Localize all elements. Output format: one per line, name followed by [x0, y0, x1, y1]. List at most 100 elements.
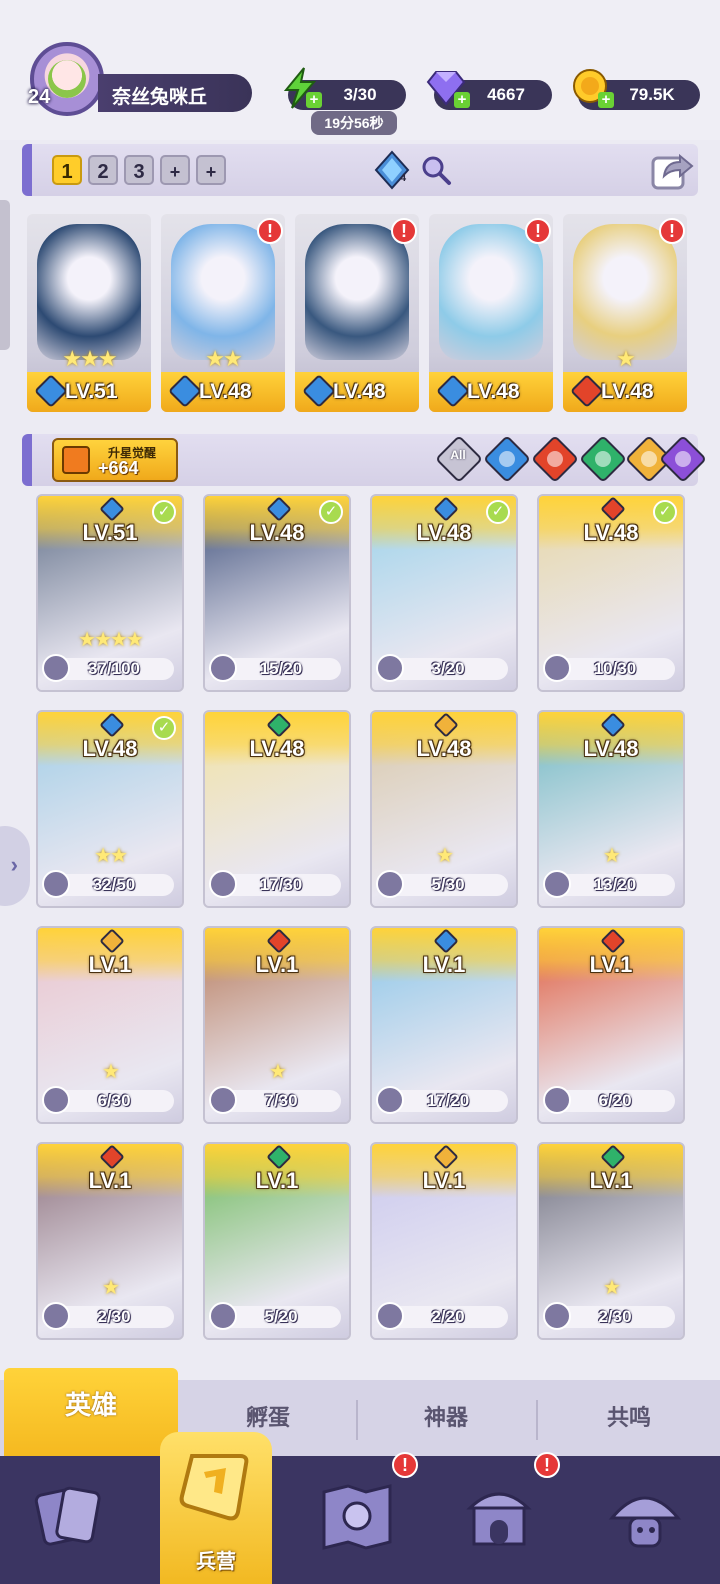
shard-count: 5/30 — [431, 875, 465, 894]
shard-progress: 37/100 — [42, 654, 174, 682]
shard-count: 13/20 — [593, 875, 637, 894]
sparkle-icon — [637, 447, 661, 471]
sub-tab-bar: 英雄 孵蛋 神器 共鸣 — [0, 1368, 720, 1456]
team-slot-2[interactable]: ★★ LV.48 ! — [161, 214, 285, 412]
hero-card[interactable]: LV.1 17/20 — [370, 926, 518, 1124]
team-tab-1[interactable]: 1 — [52, 155, 82, 185]
coins-plus-icon[interactable]: + — [598, 92, 614, 108]
hero-level: LV.48 — [601, 380, 654, 403]
hero-level: LV.1 — [422, 1168, 466, 1193]
checkmark-icon: ✓ — [653, 500, 677, 524]
team-tab-2[interactable]: 2 — [88, 155, 118, 185]
team-slot-5[interactable]: ★ LV.48 ! — [563, 214, 687, 412]
hero-portrait — [171, 224, 275, 360]
mushroom-icon[interactable] — [606, 1478, 684, 1556]
filter-fire-button[interactable] — [530, 434, 580, 484]
search-magnifier-icon[interactable] — [420, 154, 452, 186]
moon-icon — [671, 447, 695, 471]
hero-card[interactable]: LV.48 17/30 — [203, 710, 351, 908]
side-expand-button[interactable]: › — [0, 826, 30, 906]
crystal-count: 4 — [400, 172, 407, 184]
hero-level: LV.48 — [249, 520, 305, 545]
hero-level: LV.1 — [88, 952, 132, 977]
side-drawer-handle[interactable] — [0, 200, 10, 350]
filter-dark-button[interactable] — [658, 434, 708, 484]
tab-resonance[interactable]: 共鸣 — [538, 1380, 720, 1456]
hero-card[interactable]: LV.48 ★ 13/20 — [537, 710, 685, 908]
checkmark-icon: ✓ — [152, 716, 176, 740]
hero-level: LV.51 — [82, 520, 138, 545]
filter-water-button[interactable] — [482, 434, 532, 484]
shard-progress: 7/30 — [209, 1086, 341, 1114]
team-slot-1[interactable]: ★★★ LV.51 — [27, 214, 151, 412]
shard-count: 2/20 — [431, 1307, 465, 1326]
star-awaken-button[interactable]: 升星觉醒 +664 — [52, 438, 178, 482]
alert-badge: ! — [534, 1452, 560, 1478]
share-icon[interactable] — [650, 148, 694, 192]
checkmark-icon: ✓ — [319, 500, 343, 524]
shrine-icon[interactable] — [460, 1478, 538, 1556]
tab-artifacts[interactable]: 神器 — [358, 1380, 534, 1456]
alert-badge: ! — [257, 218, 283, 244]
hero-card[interactable]: LV.1 6/20 — [537, 926, 685, 1124]
hero-level: LV.1 — [255, 1168, 299, 1193]
shard-progress: 6/20 — [543, 1086, 675, 1114]
awaken-arrow-icon — [62, 446, 90, 474]
team-slot-4[interactable]: LV.48 ! — [429, 214, 553, 412]
hero-card[interactable]: LV.1 ★ 2/30 — [36, 1142, 184, 1340]
gems-plus-icon[interactable]: + — [454, 92, 470, 108]
hero-card[interactable]: LV.48 ✓ 10/30 — [537, 494, 685, 692]
hero-card[interactable]: LV.1 ★ 7/30 — [203, 926, 351, 1124]
energy-plus-icon[interactable]: + — [306, 92, 322, 108]
shard-progress: 2/30 — [543, 1302, 675, 1330]
alert-badge: ! — [391, 218, 417, 244]
filter-all-button[interactable]: All — [434, 434, 484, 484]
shard-count: 17/30 — [259, 875, 303, 894]
team-tab-add-2[interactable]: + — [196, 155, 226, 185]
hero-stars: ★★ — [94, 845, 128, 867]
hero-card[interactable]: LV.48 ✓ ★★ 32/50 — [36, 710, 184, 908]
shard-progress: 2/30 — [42, 1302, 174, 1330]
hero-card[interactable]: LV.48 ✓ 15/20 — [203, 494, 351, 692]
cards-icon[interactable] — [30, 1478, 108, 1556]
hero-level: LV.1 — [589, 1168, 633, 1193]
shard-count: 7/30 — [264, 1091, 298, 1110]
hero-card[interactable]: LV.48 ✓ 3/20 — [370, 494, 518, 692]
hero-card[interactable]: LV.1 ★ 6/30 — [36, 926, 184, 1124]
crystal-icon[interactable] — [372, 150, 412, 190]
team-slot-3[interactable]: LV.48 ! — [295, 214, 419, 412]
team-tab-3[interactable]: 3 — [124, 155, 154, 185]
shard-count: 32/50 — [92, 875, 136, 894]
hero-level: LV.1 — [255, 952, 299, 977]
team-selector-bar: 1 2 3 + + 4 — [22, 144, 698, 196]
shard-count: 6/20 — [598, 1091, 632, 1110]
shard-progress: 10/30 — [543, 654, 675, 682]
map-book-icon[interactable] — [318, 1478, 396, 1556]
shard-count: 6/30 — [97, 1091, 131, 1110]
hero-card[interactable]: LV.1 2/20 — [370, 1142, 518, 1340]
leaf-swirl-icon — [591, 447, 615, 471]
tab-heroes[interactable]: 英雄 — [4, 1368, 178, 1456]
alert-badge: ! — [392, 1452, 418, 1478]
hero-card[interactable]: LV.48 ★ 5/30 — [370, 710, 518, 908]
hero-stars: ★ — [603, 1277, 621, 1299]
hero-stars: ★ — [616, 346, 636, 371]
hero-card[interactable]: LV.51 ✓ ★★★★ 37/100 — [36, 494, 184, 692]
checkmark-icon: ✓ — [152, 500, 176, 524]
bottom-navigation: ! ! — [0, 1452, 720, 1584]
hero-level: LV.48 — [199, 380, 252, 403]
hero-level: LV.48 — [416, 736, 472, 761]
hero-level: LV.48 — [82, 736, 138, 761]
team-tab-add-1[interactable]: + — [160, 155, 190, 185]
player-name-pill[interactable]: 奈丝兔咪丘 — [98, 74, 252, 112]
hero-portrait — [37, 224, 141, 360]
shard-count: 15/20 — [259, 659, 303, 678]
filter-all-label: All — [450, 448, 466, 463]
filter-nature-button[interactable] — [578, 434, 628, 484]
hero-portrait — [573, 224, 677, 360]
barracks-nav-button[interactable]: 兵营 — [160, 1432, 272, 1584]
hero-level: LV.51 — [65, 380, 118, 403]
hero-card[interactable]: LV.1 5/20 — [203, 1142, 351, 1340]
shard-progress: 13/20 — [543, 870, 675, 898]
hero-card[interactable]: LV.1 ★ 2/30 — [537, 1142, 685, 1340]
